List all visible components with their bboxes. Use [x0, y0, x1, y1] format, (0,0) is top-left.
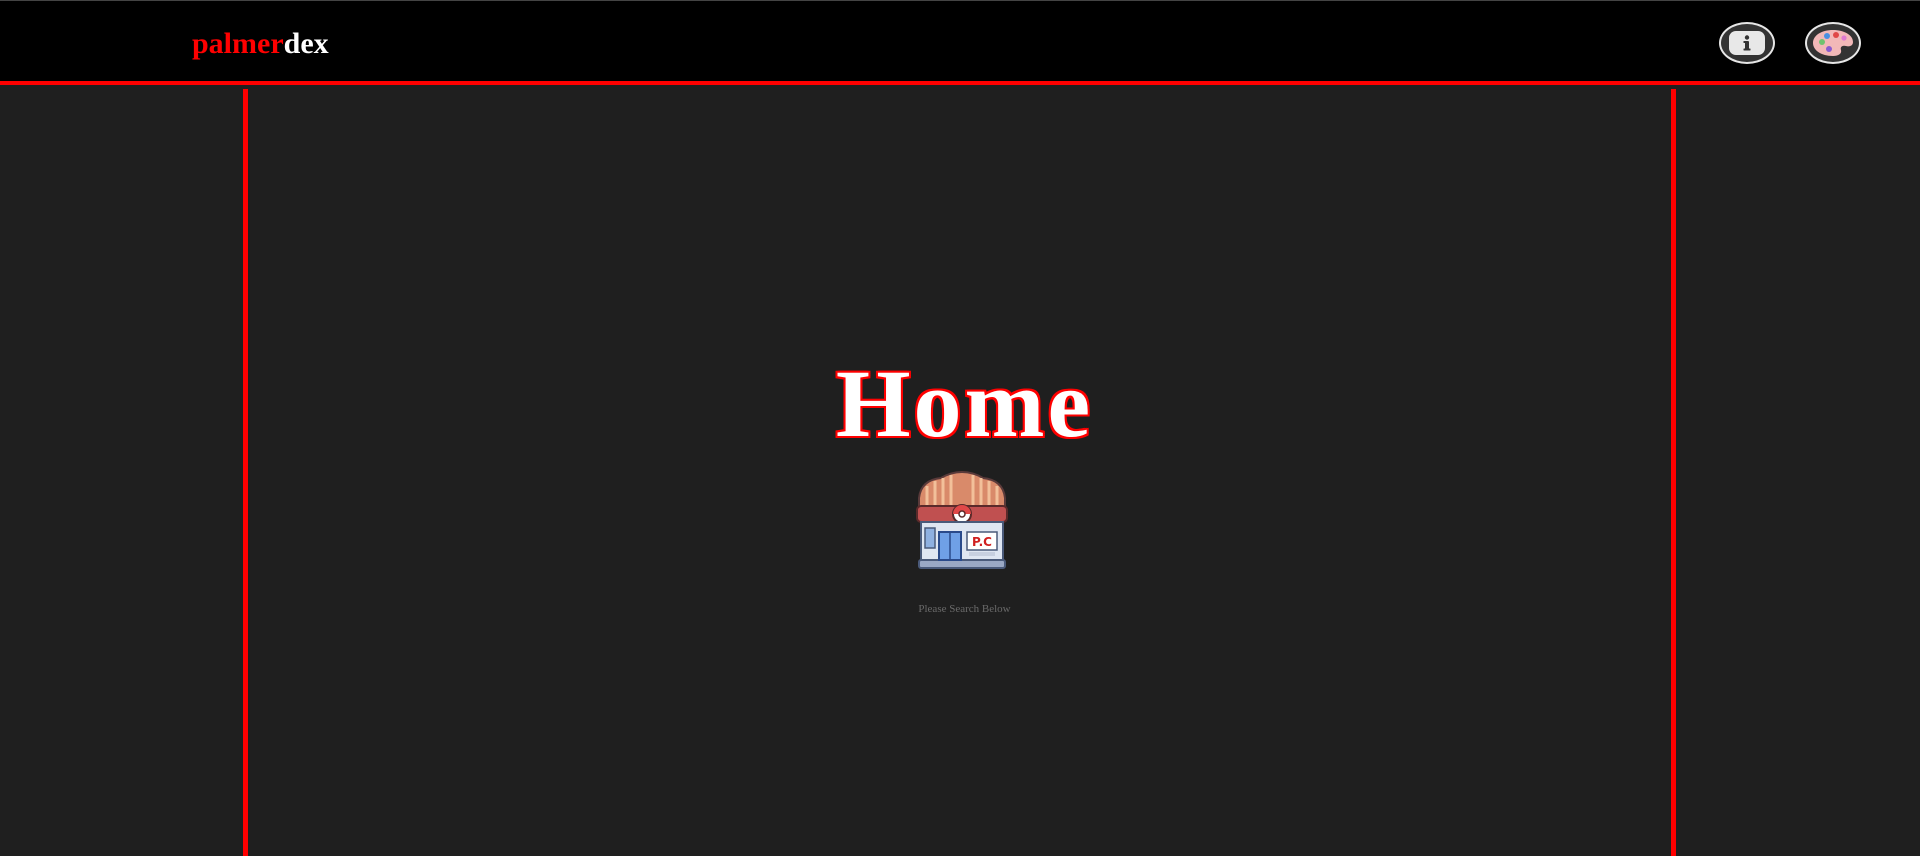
main-content: Home P.C Please Search Below	[243, 89, 1676, 856]
search-hint-text: Please Search Below	[918, 603, 1011, 615]
palette-icon	[1813, 30, 1853, 56]
brand-name-white: dex	[283, 27, 329, 60]
brand-name-red: palmer	[192, 27, 284, 60]
theme-palette-button[interactable]	[1805, 22, 1861, 64]
pokemon-center-icon: P.C	[916, 470, 1008, 569]
svg-text:P.C: P.C	[972, 535, 992, 549]
brand-logo[interactable]: palmerdex	[192, 25, 329, 63]
page-title: Home	[835, 350, 1094, 457]
info-icon	[1729, 31, 1765, 55]
info-button[interactable]	[1719, 22, 1775, 64]
pokemon-center-image: P.C	[911, 470, 1013, 572]
top-navbar: palmerdex	[0, 0, 1920, 85]
